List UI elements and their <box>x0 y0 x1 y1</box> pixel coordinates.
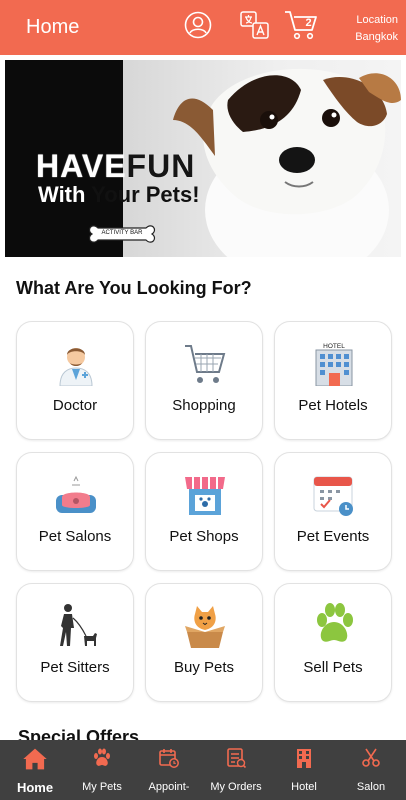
paw-icon <box>94 748 110 766</box>
category-pet-sitters[interactable]: Pet Sitters <box>16 583 134 702</box>
pet-bed-icon <box>56 475 96 513</box>
banner-subline: With Your Pets! <box>38 182 200 208</box>
tab-label: Salon <box>356 781 386 793</box>
category-label: Pet Hotels <box>298 397 368 414</box>
paw-icon <box>317 603 353 642</box>
tab-home[interactable]: Home <box>1 740 69 800</box>
location-value: Bangkok <box>355 31 398 43</box>
page-title: Home <box>26 16 80 38</box>
tab-my-orders[interactable]: My Orders <box>202 740 270 800</box>
category-doctor[interactable]: Doctor <box>16 321 134 440</box>
dog-walker-icon <box>60 604 97 646</box>
orders-icon <box>227 748 246 768</box>
category-pet-hotels[interactable]: HOTEL Pet Hotels <box>274 321 392 440</box>
tab-label: Home <box>16 780 54 795</box>
cat-in-box-icon <box>185 606 225 648</box>
shopping-cart-icon <box>185 345 226 383</box>
translate-icon[interactable] <box>240 10 270 40</box>
category-label: Pet Sitters <box>40 659 110 676</box>
tab-hotel[interactable]: Hotel <box>270 740 338 800</box>
category-pet-events[interactable]: Pet Events <box>274 452 392 571</box>
category-label: Pet Shops <box>169 528 239 545</box>
tab-label: My Pets <box>82 781 122 793</box>
tab-my-pets[interactable]: My Pets <box>68 740 136 800</box>
category-label: Doctor <box>52 397 98 414</box>
location-label: Location <box>356 14 398 26</box>
tab-salon[interactable]: Salon <box>337 740 405 800</box>
section-title: What Are You Looking For? <box>16 278 252 298</box>
hotel-icon: HOTEL <box>315 342 353 386</box>
calendar-icon <box>313 476 353 516</box>
category-label: Shopping <box>172 397 236 414</box>
category-pet-shops[interactable]: Pet Shops <box>145 452 263 571</box>
category-shopping[interactable]: Shopping <box>145 321 263 440</box>
tab-label: Appoint- <box>148 781 190 793</box>
category-buy-pets[interactable]: Buy Pets <box>145 583 263 702</box>
tab-appointments[interactable]: Appoint- <box>135 740 203 800</box>
calendar-clock-icon <box>159 749 179 768</box>
doctor-icon <box>59 348 93 386</box>
category-label: Buy Pets <box>173 659 235 676</box>
home-icon <box>23 748 47 770</box>
location-display[interactable]: Location Bangkok <box>355 12 398 46</box>
category-pet-salons[interactable]: Pet Salons <box>16 452 134 571</box>
profile-icon[interactable] <box>184 11 212 39</box>
category-sell-pets[interactable]: Sell Pets <box>274 583 392 702</box>
banner-headline-part1: HAVE <box>36 148 127 184</box>
promo-banner[interactable]: HAVEFUN With Your Pets! ACTIVITY BAR <box>5 60 401 257</box>
tab-label: My Orders <box>210 781 262 793</box>
building-icon <box>297 749 311 768</box>
dog-image <box>173 68 401 257</box>
svg-text:HOTEL: HOTEL <box>323 343 345 350</box>
banner-headline: HAVEFUN <box>36 148 195 185</box>
banner-subline-part2: Your Pets! <box>85 182 200 207</box>
app-header: Home 2 Location Bangkok <box>0 0 406 55</box>
scissors-icon <box>362 748 380 767</box>
category-label: Pet Salons <box>38 528 112 545</box>
category-label: Pet Events <box>296 528 370 545</box>
banner-subline-part1: With <box>38 182 86 207</box>
banner-headline-part2: FUN <box>126 148 196 184</box>
pet-shop-icon <box>185 477 225 515</box>
tab-label: Hotel <box>291 781 317 793</box>
banner-badge: ACTIVITY BAR <box>101 230 143 236</box>
category-label: Sell Pets <box>303 659 363 676</box>
bottom-tab-bar: Home My Pets Appoint- My Orders Hotel Sa… <box>0 740 406 800</box>
cart-badge: 2 <box>305 17 312 29</box>
